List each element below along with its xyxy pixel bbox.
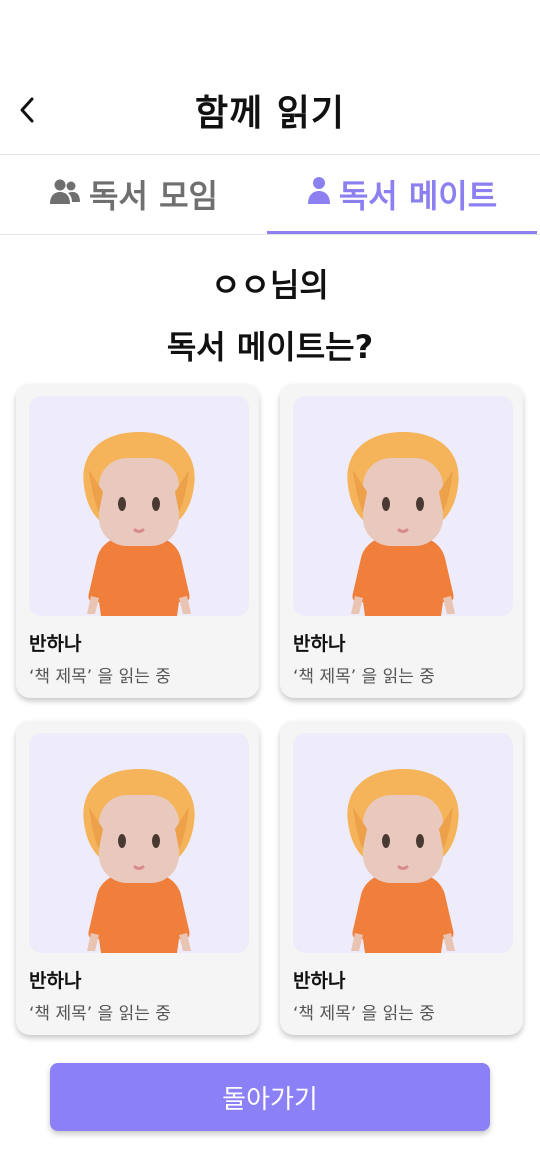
mate-card[interactable]: 반하나 ‘책 제목’ 을 읽는 중 bbox=[280, 384, 523, 698]
mate-card[interactable]: 반하나 ‘책 제목’ 을 읽는 중 bbox=[16, 721, 259, 1035]
mate-card[interactable]: 반하나 ‘책 제목’ 을 읽는 중 bbox=[16, 384, 259, 698]
mate-heading-line1: ㅇㅇ님의 bbox=[211, 266, 329, 304]
group-icon bbox=[49, 175, 81, 213]
person-icon bbox=[307, 175, 331, 213]
mate-name: 반하나 bbox=[293, 633, 346, 655]
tab-label: 독서 메이트 bbox=[338, 177, 498, 215]
tab-bar: 독서 모임 독서 메이트 bbox=[0, 155, 540, 235]
tab-reading-group[interactable]: 독서 모임 bbox=[0, 155, 267, 233]
mate-reading-status: ‘책 제목’ 을 읽는 중 bbox=[293, 667, 435, 687]
avatar bbox=[293, 396, 513, 616]
mate-heading-line2: 독서 메이트는? bbox=[166, 328, 374, 366]
avatar bbox=[293, 733, 513, 953]
mate-reading-status: ‘책 제목’ 을 읽는 중 bbox=[29, 667, 171, 687]
mate-name: 반하나 bbox=[29, 970, 82, 992]
mate-name: 반하나 bbox=[293, 970, 346, 992]
tabs-divider bbox=[0, 234, 540, 235]
tab-reading-mate[interactable]: 독서 메이트 bbox=[267, 155, 537, 233]
tab-label: 독서 모임 bbox=[89, 177, 218, 215]
avatar bbox=[29, 733, 249, 953]
page-title: 함께 읽기 bbox=[194, 93, 345, 134]
go-back-button[interactable]: 돌아가기 bbox=[50, 1063, 490, 1131]
mate-card[interactable]: 반하나 ‘책 제목’ 을 읽는 중 bbox=[280, 721, 523, 1035]
avatar bbox=[29, 396, 249, 616]
mate-name: 반하나 bbox=[29, 633, 82, 655]
mate-reading-status: ‘책 제목’ 을 읽는 중 bbox=[29, 1004, 171, 1024]
header-bar: 함께 읽기 bbox=[0, 0, 540, 155]
mate-reading-status: ‘책 제목’ 을 읽는 중 bbox=[293, 1004, 435, 1024]
